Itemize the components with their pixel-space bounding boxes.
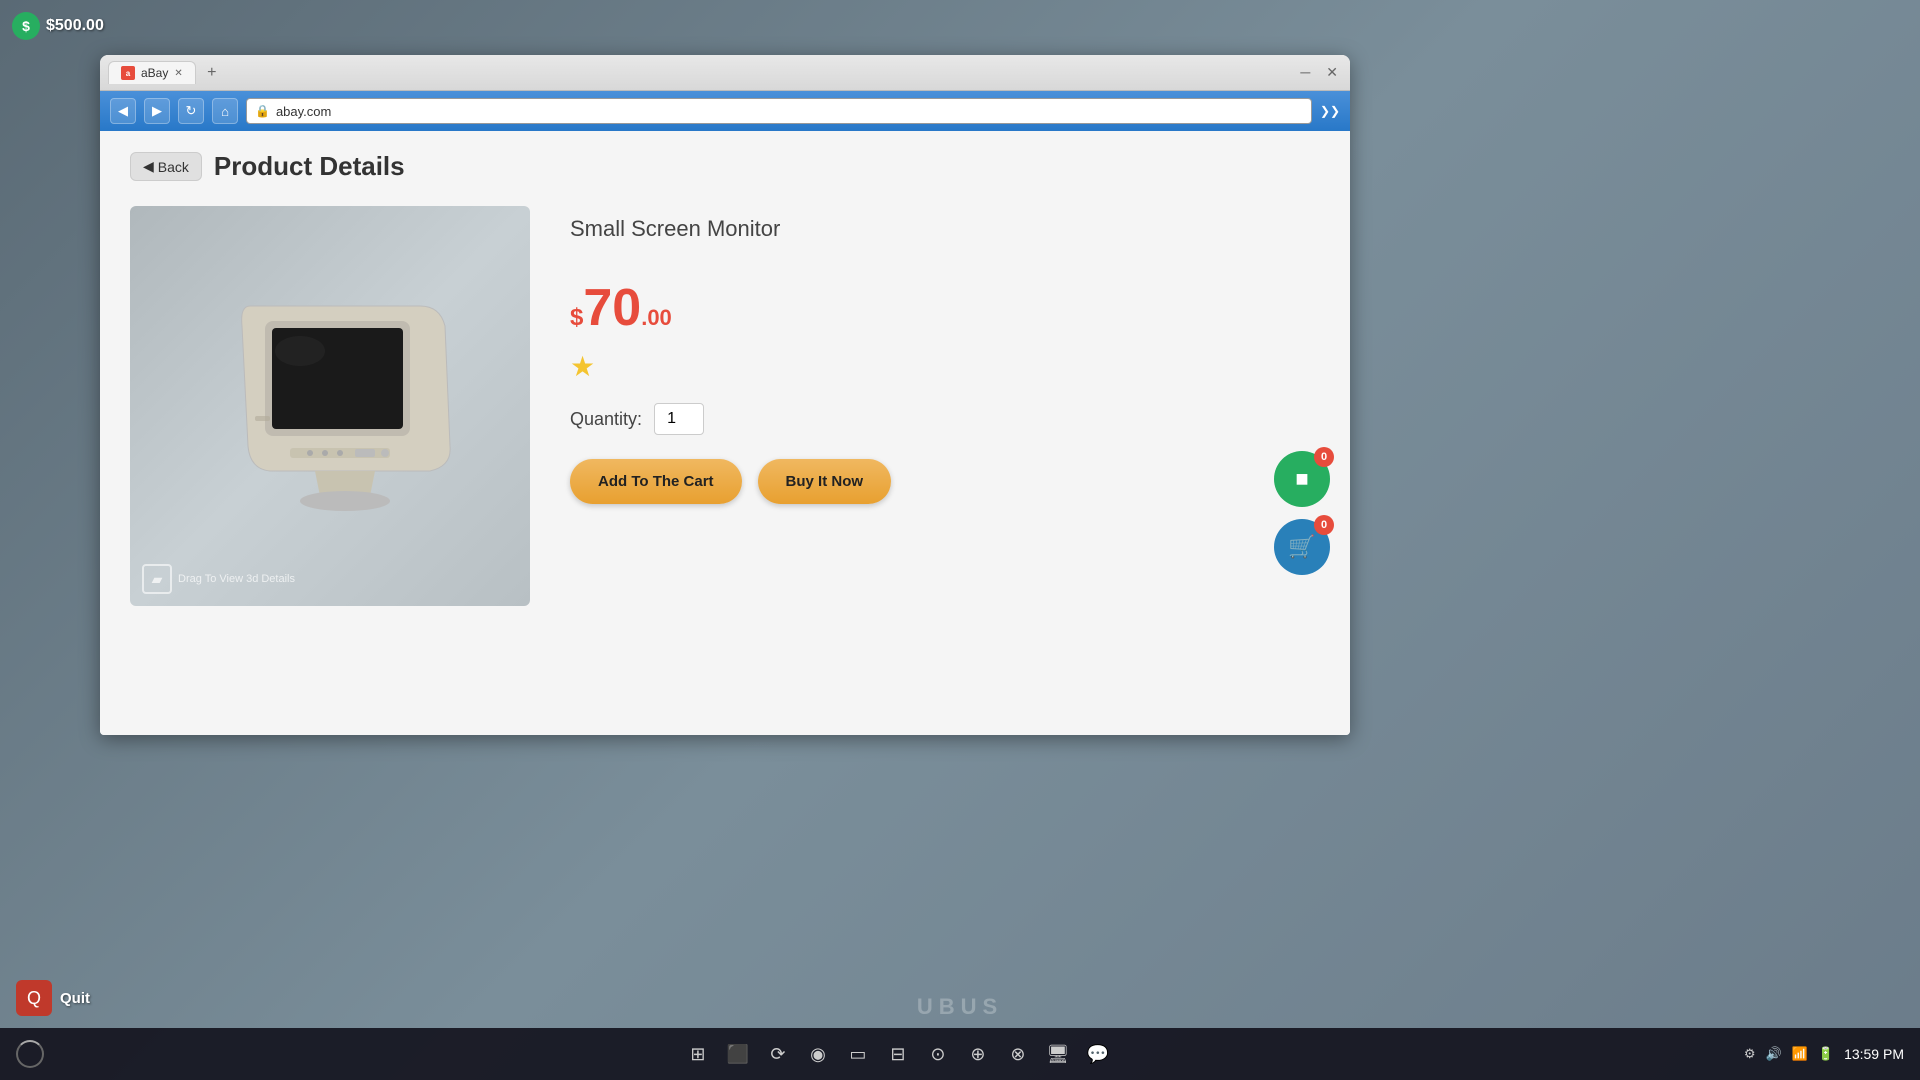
star-rating: ★	[570, 350, 1320, 383]
ubus-label: UBUS	[917, 994, 1003, 1020]
drag-hint-text: Drag To View 3d Details	[178, 573, 295, 585]
minimize-button[interactable]: ─	[1296, 64, 1314, 81]
taskbar-icon-monitor[interactable]: 🖥	[1044, 1040, 1072, 1068]
back-button[interactable]: ◀ Back	[130, 152, 202, 181]
product-image-background	[130, 206, 530, 606]
browser-titlebar: a aBay ✕ + ─ ✕	[100, 55, 1350, 91]
browser-window: a aBay ✕ + ─ ✕ ◀ ▶ ↻ ⌂ 🔒 abay.com ❯❯	[100, 55, 1350, 735]
window-controls: ─ ✕	[1296, 64, 1342, 81]
buy-it-now-button[interactable]: Buy It Now	[758, 459, 892, 504]
3d-cube-icon: ▰	[142, 564, 172, 594]
taskbar-icon-5[interactable]: ▭	[844, 1040, 872, 1068]
quit-button[interactable]: Q Quit	[16, 980, 90, 1016]
page-header: ◀ Back Product Details	[130, 151, 1320, 182]
taskbar-icon-6[interactable]: ⊟	[884, 1040, 912, 1068]
url-text: abay.com	[276, 104, 331, 119]
taskbar-icon-4[interactable]: ◉	[804, 1040, 832, 1068]
desktop: $ $500.00 a aBay ✕ + ─ ✕ ◀ ▶ ↻ ⌂ 🔒	[0, 0, 1920, 1080]
tab-favicon: a	[121, 66, 135, 80]
nav-extra-button[interactable]: ❯❯	[1320, 101, 1340, 121]
refresh-button[interactable]: ↻	[178, 98, 204, 124]
taskbar-right: ⚙ 🔊 📶 🔋 13:59 PM	[1744, 1046, 1904, 1062]
shopping-cart-button[interactable]: 🛒 0	[1274, 519, 1330, 575]
cart-icon: 🛒	[1288, 534, 1315, 560]
taskbar-icon-7[interactable]: ⊙	[924, 1040, 952, 1068]
taskbar-icon-3[interactable]: ⟳	[764, 1040, 792, 1068]
close-button[interactable]: ✕	[1322, 64, 1342, 81]
price-dollar-sign: $	[570, 304, 583, 332]
box-cart-badge: 0	[1314, 447, 1334, 467]
product-name: Small Screen Monitor	[570, 216, 1320, 242]
taskbar-wifi-icon: 📶	[1792, 1046, 1808, 1062]
box-icon: ■	[1295, 466, 1308, 492]
new-tab-button[interactable]: +	[200, 61, 224, 85]
taskbar-icon-1[interactable]: ⊞	[684, 1040, 712, 1068]
taskbar-icon-chat[interactable]: 💬	[1084, 1040, 1112, 1068]
wallet-bar: $ $500.00	[12, 12, 104, 40]
address-lock-icon: 🔒	[255, 104, 270, 118]
floating-buttons: ■ 0 🛒 0	[1274, 451, 1330, 575]
quantity-input[interactable]	[654, 403, 704, 435]
taskbar-system-icon-1: ⚙	[1744, 1046, 1756, 1062]
address-bar[interactable]: 🔒 abay.com	[246, 98, 1312, 124]
star-icon: ★	[570, 351, 595, 382]
back-label: Back	[158, 159, 189, 175]
home-button[interactable]: ⌂	[212, 98, 238, 124]
taskbar-icon-9[interactable]: ⊗	[1004, 1040, 1032, 1068]
tab-close-button[interactable]: ✕	[174, 68, 182, 79]
taskbar-icons: ⊞ ⬛ ⟳ ◉ ▭ ⊟ ⊙ ⊕ ⊗ 🖥 💬	[56, 1040, 1740, 1068]
browser-content: ◀ Back Product Details	[100, 131, 1350, 735]
action-buttons: Add To The Cart Buy It Now	[570, 459, 1320, 504]
taskbar-volume-icon: 🔊	[1766, 1046, 1782, 1062]
price-main: 70	[583, 282, 641, 334]
drag-hint: ▰ Drag To View 3d Details	[142, 564, 295, 594]
taskbar-battery-icon: 🔋	[1818, 1046, 1834, 1062]
back-arrow-icon: ◀	[143, 158, 154, 175]
quit-label: Quit	[60, 990, 90, 1007]
tab-label: aBay	[141, 66, 168, 80]
page-title: Product Details	[214, 151, 405, 182]
quantity-row: Quantity:	[570, 403, 1320, 435]
wallet-dollar-sign: $	[22, 18, 30, 34]
back-nav-button[interactable]: ◀	[110, 98, 136, 124]
taskbar-icon-8[interactable]: ⊕	[964, 1040, 992, 1068]
quantity-label: Quantity:	[570, 409, 642, 430]
add-to-cart-button[interactable]: Add To The Cart	[570, 459, 742, 504]
taskbar-time: 13:59 PM	[1844, 1046, 1904, 1062]
taskbar-spinner	[16, 1040, 44, 1068]
browser-toolbar: ◀ ▶ ↻ ⌂ 🔒 abay.com ❯❯	[100, 91, 1350, 131]
quit-icon: Q	[16, 980, 52, 1016]
box-cart-button[interactable]: ■ 0	[1274, 451, 1330, 507]
price-cents: .00	[641, 305, 672, 331]
product-image	[200, 266, 460, 546]
product-details: Small Screen Monitor $ 70 .00 ★ Quantity…	[570, 206, 1320, 504]
forward-nav-button[interactable]: ▶	[144, 98, 170, 124]
wallet-amount: $500.00	[46, 17, 104, 35]
taskbar: ⊞ ⬛ ⟳ ◉ ▭ ⊟ ⊙ ⊕ ⊗ 🖥 💬 ⚙ 🔊 📶 🔋 13:59 PM	[0, 1028, 1920, 1080]
shopping-cart-badge: 0	[1314, 515, 1334, 535]
wallet-icon: $	[12, 12, 40, 40]
browser-tab[interactable]: a aBay ✕	[108, 61, 196, 84]
product-image-container: ▰ Drag To View 3d Details	[130, 206, 530, 606]
product-price: $ 70 .00	[570, 282, 1320, 334]
product-layout: ▰ Drag To View 3d Details Small Screen M…	[130, 206, 1320, 606]
taskbar-icon-2[interactable]: ⬛	[724, 1040, 752, 1068]
